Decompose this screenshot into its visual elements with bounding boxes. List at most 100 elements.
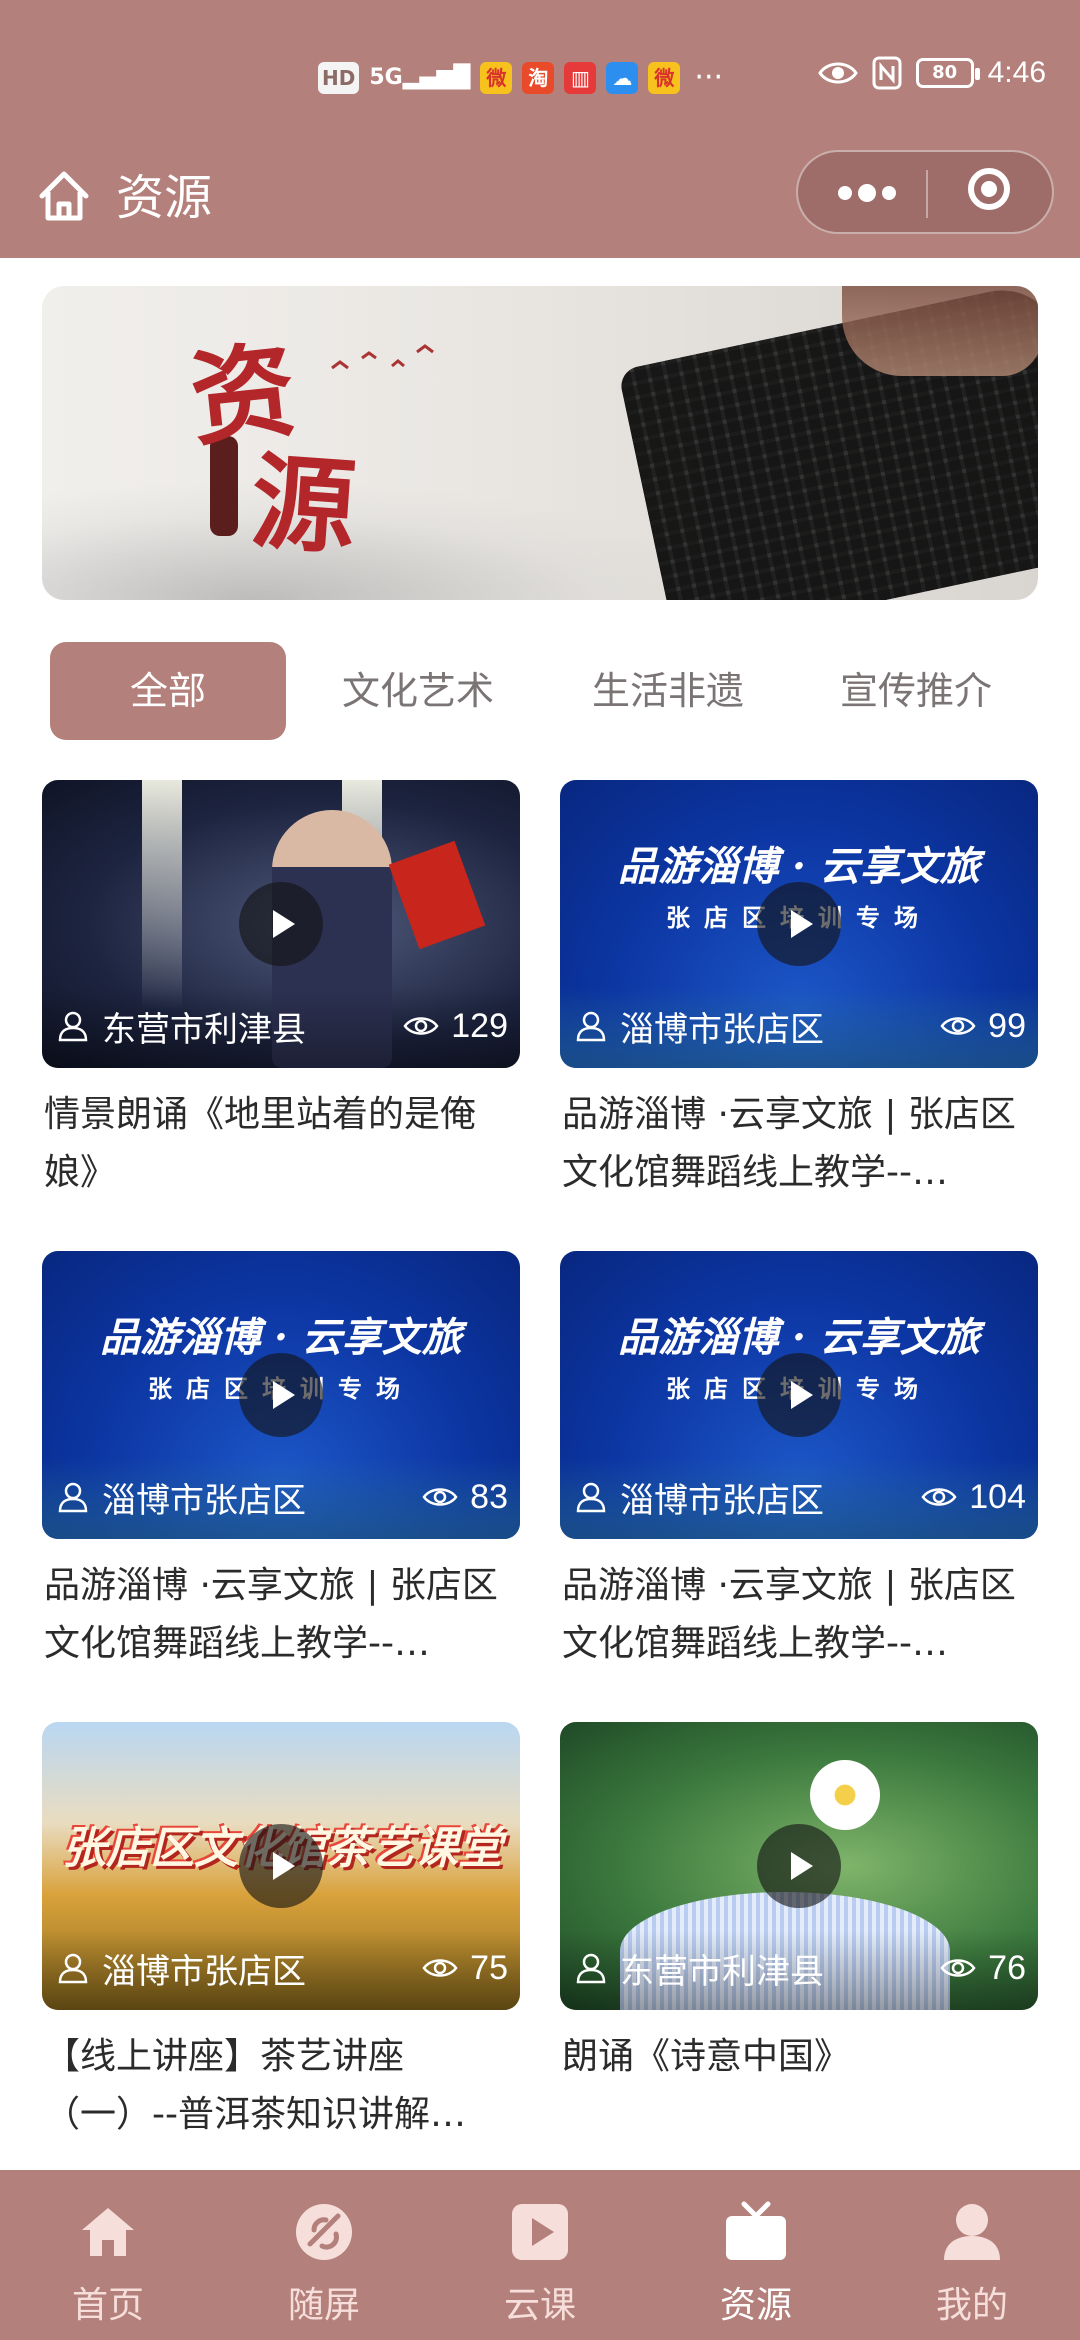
eye-icon: [940, 1959, 976, 1977]
video-thumbnail[interactable]: 张店区文化馆茶艺课堂淄博市张店区75: [42, 1722, 520, 2010]
location-text: 淄博市张店区: [620, 1480, 824, 1521]
nav-label: 随屏: [287, 2285, 360, 2326]
bottom-nav: 首页 随屏 云课 资源 我的: [0, 2170, 1080, 2340]
location: 淄博市张店区: [574, 1002, 824, 1050]
nav-screen[interactable]: 随屏: [216, 2170, 432, 2340]
nav-label: 我的: [935, 2285, 1008, 2326]
view-count: 83: [422, 1473, 508, 1521]
status-bar: HD 5G▂▄▆█ 微 淘 ▥ ☁ 微 ··· 80 4:46: [0, 0, 1080, 150]
status-left: HD 5G▂▄▆█ 微 淘 ▥ ☁ 微 ···: [318, 60, 723, 95]
status-time: 4:46: [987, 56, 1046, 89]
play-icon[interactable]: [757, 882, 841, 966]
user-icon: [576, 1011, 606, 1042]
user-icon: [58, 1953, 88, 1984]
video-thumbnail[interactable]: 品游淄博 · 云享文旅张店区培训专场淄博市张店区104: [560, 1251, 1038, 1539]
user-icon: [944, 2204, 1000, 2260]
app-header: 资源: [0, 150, 1080, 258]
home-icon: [82, 2208, 134, 2256]
battery-icon: 80: [915, 58, 980, 88]
location-text: 淄博市张店区: [102, 1480, 306, 1521]
user-icon: [576, 1482, 606, 1513]
video-card[interactable]: 张店区文化馆茶艺课堂淄博市张店区75【线上讲座】茶艺讲座（一）--普洱茶知识讲解…: [42, 1722, 520, 2142]
dot-icon: [838, 186, 852, 200]
status-right: 80 4:46: [817, 56, 1046, 90]
view-count-number: 129: [451, 1006, 508, 1045]
video-title[interactable]: 【线上讲座】茶艺讲座（一）--普洱茶知识讲解…: [44, 2028, 520, 2144]
close-miniprogram-button[interactable]: [928, 152, 1054, 232]
video-card[interactable]: 东营市利津县 129 情景朗诵《地里站着的是俺娘》: [42, 780, 520, 1200]
location: 东营市利津县: [56, 1002, 306, 1050]
play-icon: [512, 2204, 568, 2260]
video-title[interactable]: 朗诵《诗意中国》: [562, 2028, 1038, 2086]
signal-icon: 5G▂▄▆█: [369, 65, 471, 90]
location: 东营市利津县: [574, 1944, 824, 1992]
video-card[interactable]: 东营市利津县 76 朗诵《诗意中国》: [560, 1722, 1038, 2142]
play-icon[interactable]: [757, 1353, 841, 1437]
page-title: 资源: [116, 170, 213, 226]
location: 淄博市张店区: [56, 1473, 306, 1521]
more-button[interactable]: [798, 152, 926, 232]
taobao-icon: 淘: [522, 61, 555, 94]
tab-culture-art[interactable]: 文化艺术: [318, 642, 518, 740]
nav-mine[interactable]: 我的: [864, 2170, 1080, 2340]
location-text: 淄博市张店区: [102, 1951, 306, 1992]
location-text: 东营市利津县: [620, 1951, 824, 1992]
video-thumbnail[interactable]: 品游淄博 · 云享文旅张店区培训专场淄博市张店区83: [42, 1251, 520, 1539]
video-thumbnail[interactable]: 品游淄博 · 云享文旅张店区培训专场淄博市张店区99: [560, 780, 1038, 1068]
play-icon[interactable]: [757, 1824, 841, 1908]
video-card[interactable]: 品游淄博 · 云享文旅张店区培训专场淄博市张店区99品游淄博 ·云享文旅 | 张…: [560, 780, 1038, 1200]
weibo-icon: 微: [648, 61, 681, 94]
tab-life-heritage[interactable]: 生活非遗: [568, 642, 768, 740]
video-title[interactable]: 情景朗诵《地里站着的是俺娘》: [44, 1086, 520, 1202]
video-title[interactable]: 品游淄博 ·云享文旅 | 张店区文化馆舞蹈线上教学--…: [44, 1557, 520, 1673]
dot-icon: [882, 186, 896, 200]
home-icon[interactable]: [34, 166, 94, 226]
view-count-number: 99: [988, 1006, 1026, 1045]
user-icon: [58, 1482, 88, 1513]
nav-home[interactable]: 首页: [0, 2170, 216, 2340]
tab-promotion[interactable]: 宣传推介: [816, 642, 1016, 740]
view-count: 104: [921, 1473, 1026, 1521]
play-icon[interactable]: [239, 882, 323, 966]
eye-icon: [403, 1017, 439, 1035]
cloud-icon: ☁: [606, 61, 639, 94]
nfc-icon: [872, 56, 902, 90]
more-notifications-icon: ···: [694, 60, 724, 95]
weibo-icon: 微: [480, 61, 513, 94]
play-icon[interactable]: [239, 1353, 323, 1437]
video-title[interactable]: 品游淄博 ·云享文旅 | 张店区文化馆舞蹈线上教学--…: [562, 1557, 1038, 1673]
hd-icon: HD: [318, 61, 360, 94]
birds-icon: [331, 344, 434, 370]
eye-icon: [940, 1017, 976, 1035]
video-title[interactable]: 品游淄博 ·云享文旅 | 张店区文化馆舞蹈线上教学--…: [562, 1086, 1038, 1202]
location-text: 东营市利津县: [102, 1009, 306, 1050]
resource-banner[interactable]: 资 源: [42, 286, 1038, 600]
book-icon: ▥: [564, 61, 597, 94]
view-count: 75: [422, 1944, 508, 1992]
banner-mountains: [42, 480, 742, 600]
nav-label: 云课: [503, 2285, 576, 2326]
banner-hand-image: [842, 286, 1038, 376]
play-icon[interactable]: [239, 1824, 323, 1908]
video-thumbnail[interactable]: 东营市利津县 76: [560, 1722, 1038, 2010]
view-count-number: 104: [969, 1477, 1026, 1516]
nav-label: 资源: [719, 2285, 792, 2326]
video-thumbnail[interactable]: 东营市利津县 129: [42, 780, 520, 1068]
user-icon: [576, 1953, 606, 1984]
location: 淄博市张店区: [56, 1944, 306, 1992]
dot-icon: [858, 184, 876, 202]
video-card[interactable]: 品游淄博 · 云享文旅张店区培训专场淄博市张店区83品游淄博 ·云享文旅 | 张…: [42, 1251, 520, 1671]
nav-cloud-class[interactable]: 云课: [432, 2170, 648, 2340]
view-count-number: 83: [470, 1477, 508, 1516]
view-count: 129: [403, 1002, 508, 1050]
eye-icon: [422, 1488, 458, 1506]
video-card[interactable]: 品游淄博 · 云享文旅张店区培训专场淄博市张店区104品游淄博 ·云享文旅 | …: [560, 1251, 1038, 1671]
location: 淄博市张店区: [574, 1473, 824, 1521]
nav-resources[interactable]: 资源: [648, 2170, 864, 2340]
eye-icon: [921, 1488, 957, 1506]
view-count: 99: [940, 1002, 1026, 1050]
tab-all[interactable]: 全部: [50, 642, 286, 740]
network-type: 5G: [369, 65, 403, 90]
eye-icon: [817, 59, 858, 87]
category-tabs: 全部 文化艺术 生活非遗 宣传推介: [50, 642, 1030, 740]
